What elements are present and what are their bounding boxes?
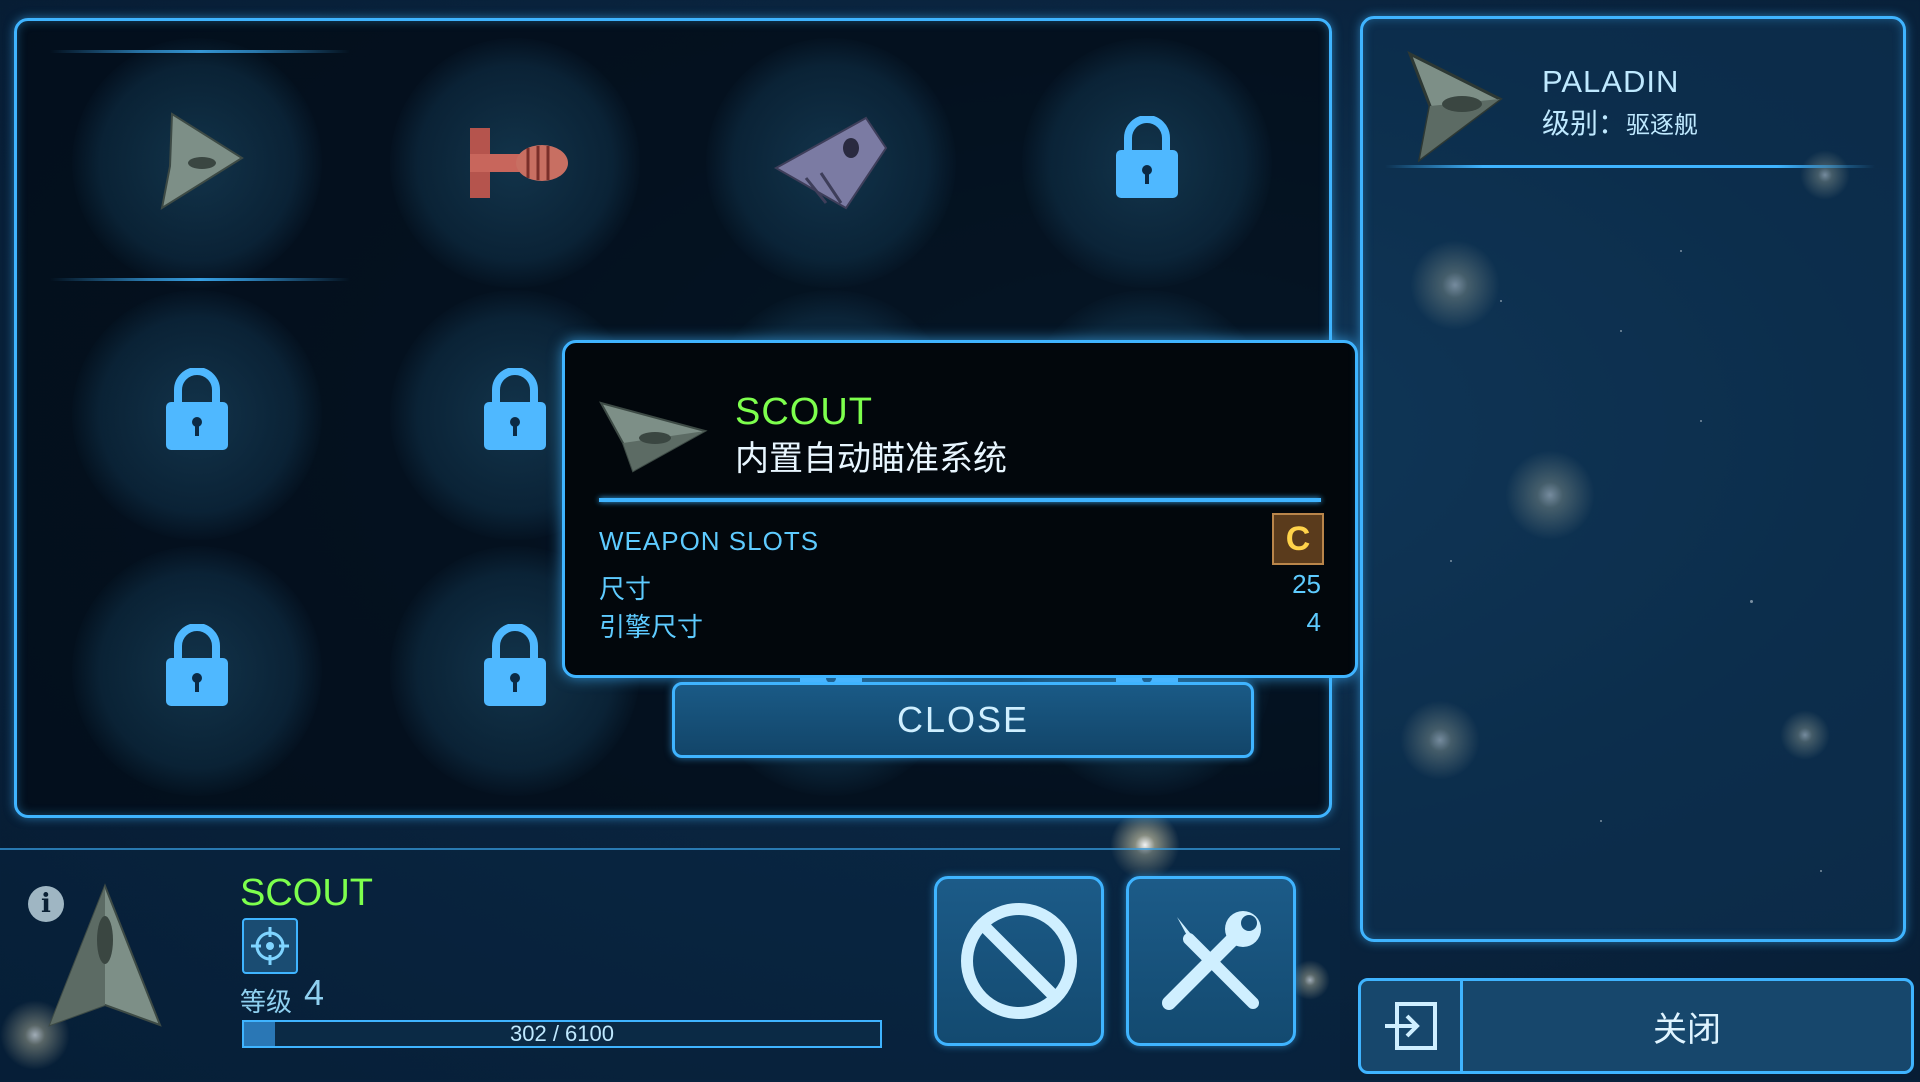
lock-icon: [482, 367, 548, 457]
paladin-ship-icon: [1390, 44, 1520, 169]
lock-icon: [1114, 115, 1180, 205]
scout-ship-icon: [593, 383, 713, 488]
class-label: 级别：: [1542, 108, 1627, 139]
sell-button[interactable]: [934, 876, 1104, 1046]
info-icon[interactable]: i: [28, 886, 64, 922]
auto-aim-icon: [242, 918, 298, 974]
xp-progress-bar: 302 / 6100: [242, 1020, 882, 1048]
popup-ship-description: 内置自动瞄准系统: [735, 440, 1007, 478]
lock-icon: [164, 367, 230, 457]
upgrade-button[interactable]: [1126, 876, 1296, 1046]
stat-size-label: 尺寸: [599, 574, 652, 604]
weapon-class-badge: C: [1272, 513, 1324, 565]
popup-ship-name: SCOUT: [735, 391, 873, 433]
detail-ship-name: PALADIN: [1542, 64, 1680, 99]
ship-slot[interactable]: [706, 38, 956, 288]
popup-divider: [599, 498, 1321, 502]
current-ship-name: SCOUT: [240, 872, 373, 914]
level-label: 等级: [240, 987, 293, 1017]
ship-slot[interactable]: [390, 38, 640, 288]
ship-slot[interactable]: [72, 38, 322, 288]
lock-icon: [482, 623, 548, 713]
fighter-ship-icon: [766, 108, 896, 223]
exit-button[interactable]: [1358, 978, 1464, 1074]
close-popup-button[interactable]: CLOSE: [672, 682, 1254, 758]
stat-engine-size-value: 4: [1306, 607, 1321, 637]
prohibited-icon: [961, 903, 1077, 1019]
cargo-ship-icon: [450, 108, 580, 223]
level-value: 4: [304, 972, 325, 1013]
class-value: 驱逐舰: [1626, 112, 1699, 139]
xp-text: 302 / 6100: [510, 1021, 614, 1046]
stat-size-value: 25: [1292, 569, 1321, 599]
locked-slot[interactable]: [72, 290, 322, 540]
exit-icon: [1385, 1002, 1437, 1050]
weapon-slots-label: WEAPON SLOTS: [599, 526, 820, 556]
scout-ship-icon: [132, 108, 262, 223]
locked-slot[interactable]: [1022, 38, 1272, 288]
stat-engine-size-label: 引擎尺寸: [599, 612, 704, 642]
ship-info-popup: SCOUT 内置自动瞄准系统 WEAPON SLOTS C 尺寸 25 引擎尺寸…: [562, 340, 1358, 678]
locked-slot[interactable]: [72, 546, 322, 796]
wrench-screwdriver-icon: [1162, 911, 1261, 1010]
detail-ship-class: 级别：驱逐舰: [1542, 102, 1698, 142]
lock-icon: [164, 623, 230, 713]
detail-divider: [1385, 165, 1875, 168]
close-panel-button[interactable]: 关闭: [1460, 978, 1914, 1074]
